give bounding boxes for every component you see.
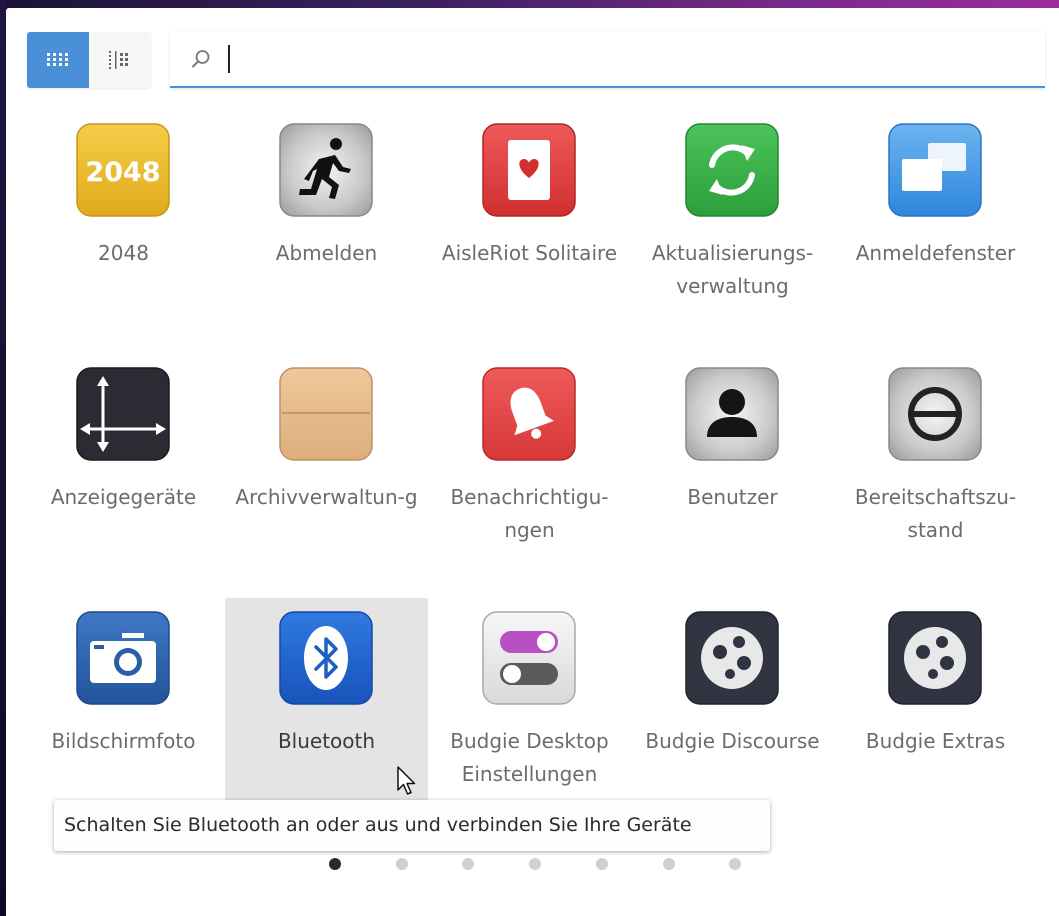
app-tile[interactable]: Archivverwaltun-g	[225, 354, 428, 564]
app-tile[interactable]: Budgie Extras	[834, 598, 1037, 808]
page-dot[interactable]	[662, 858, 675, 870]
playing-card-heart-icon	[482, 123, 576, 217]
page-dot[interactable]	[329, 858, 341, 870]
page-indicator	[0, 858, 1059, 874]
app-label: Budgie Discourse	[645, 729, 820, 753]
app-tile[interactable]: 2048 2048	[22, 110, 225, 320]
app-label: Anzeigegeräte	[50, 485, 197, 509]
running-man-icon	[279, 123, 373, 217]
panel-notch	[20, 8, 40, 17]
app-label: Aktualisierungs-verwaltung	[651, 241, 814, 298]
game-2048-icon: 2048	[76, 123, 170, 217]
page-dot[interactable]	[529, 858, 542, 870]
camera-icon	[76, 611, 170, 705]
grid-icon	[47, 53, 68, 66]
app-label: Benachrichtigu-ngen	[450, 485, 609, 542]
toggle-switches-icon	[482, 611, 576, 705]
app-label: Archivverwaltun-g	[235, 485, 418, 509]
app-tile[interactable]: Bereitschaftszu-stand	[834, 354, 1037, 564]
game-2048-badge: 2048	[85, 157, 160, 188]
app-label: Benutzer	[687, 485, 778, 509]
app-label: Anmeldefenster	[855, 241, 1016, 265]
app-tile[interactable]: Budgie Discourse	[631, 598, 834, 808]
app-tile[interactable]: Budgie Desktop Einstellungen	[428, 598, 631, 808]
app-label: 2048	[98, 241, 149, 265]
archive-box-icon	[279, 367, 373, 461]
refresh-arrows-icon	[685, 123, 779, 217]
app-tile[interactable]: Benutzer	[631, 354, 834, 564]
search-bar	[170, 32, 1045, 88]
app-tile[interactable]: Bildschirmfoto	[22, 598, 225, 808]
app-tile[interactable]: Benachrichtigu-ngen	[428, 354, 631, 564]
app-tile[interactable]: Anmeldefenster	[834, 110, 1037, 320]
display-arrows-icon	[76, 367, 170, 461]
app-label: Budgie Extras	[865, 729, 1006, 753]
app-tile[interactable]: Abmelden	[225, 110, 428, 320]
page-dot[interactable]	[595, 858, 608, 870]
page-dot[interactable]	[729, 858, 742, 870]
app-label: AisleRiot Solitaire	[441, 241, 618, 265]
bluetooth-icon	[279, 611, 373, 705]
app-label: Abmelden	[275, 241, 378, 265]
app-label: Bereitschaftszu-stand	[854, 485, 1017, 542]
user-silhouette-icon	[685, 367, 779, 461]
grid-view-button[interactable]	[27, 32, 89, 88]
budgie-logo-icon	[685, 611, 779, 705]
standby-circle-icon	[888, 367, 982, 461]
bell-icon	[482, 367, 576, 461]
mouse-pointer-icon	[397, 766, 416, 795]
app-tile[interactable]: AisleRiot Solitaire	[428, 110, 631, 320]
search-icon	[192, 50, 210, 68]
app-tile[interactable]: Aktualisierungs-verwaltung	[631, 110, 834, 320]
app-label: Bluetooth	[277, 729, 376, 753]
app-label: Bildschirmfoto	[51, 729, 196, 753]
app-tooltip: Schalten Sie Bluetooth an oder aus und v…	[54, 800, 770, 851]
budgie-logo-icon	[888, 611, 982, 705]
app-label: Budgie Desktop Einstellungen	[450, 729, 609, 786]
page-dot[interactable]	[462, 858, 475, 870]
category-list-icon	[109, 51, 128, 69]
category-view-button[interactable]	[89, 32, 151, 88]
view-mode-toggle	[27, 32, 151, 88]
text-caret	[228, 45, 230, 73]
page-dot[interactable]	[395, 858, 408, 870]
search-input[interactable]	[220, 39, 1020, 79]
overlapping-windows-icon	[888, 123, 982, 217]
app-tile[interactable]: Anzeigegeräte	[22, 354, 225, 564]
